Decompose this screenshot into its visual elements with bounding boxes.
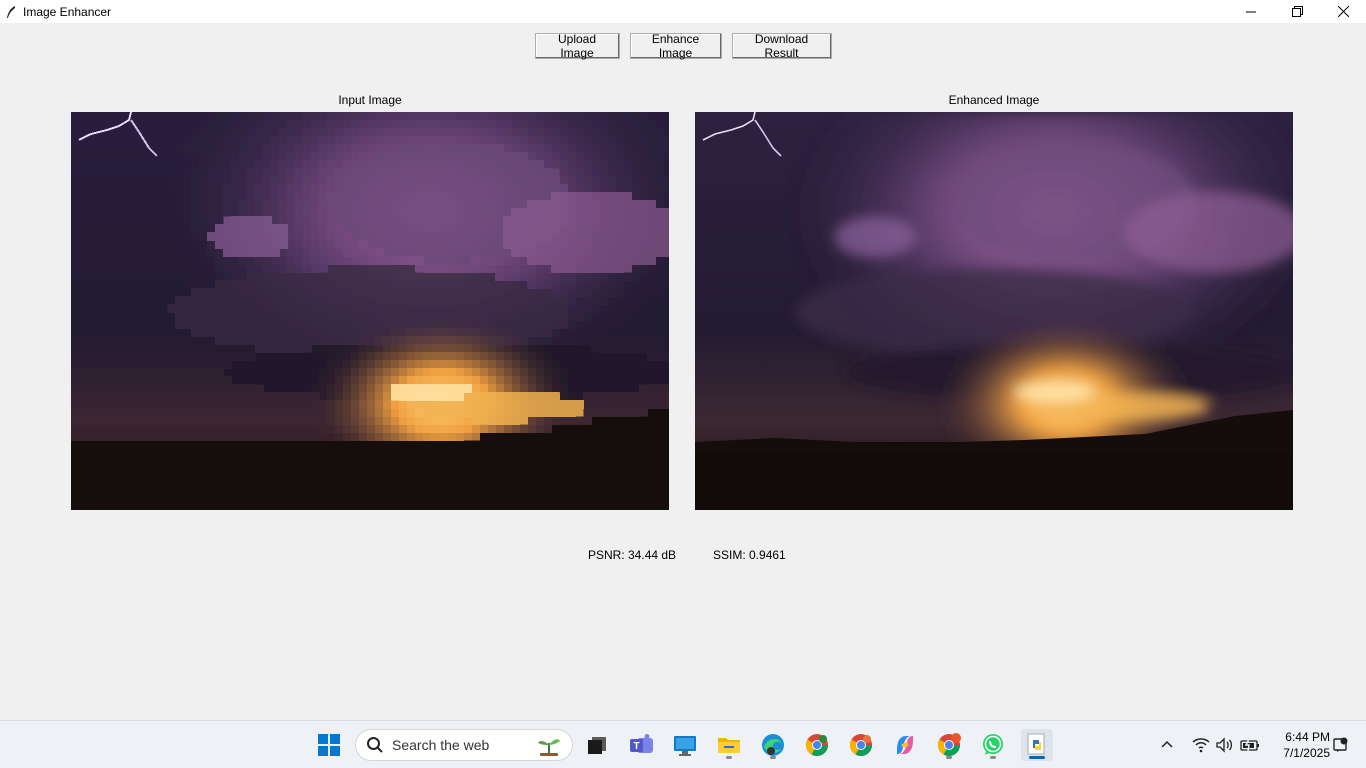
restore-icon [1291,6,1303,17]
wifi-icon[interactable] [1192,737,1210,753]
close-icon [1337,6,1349,17]
task-view-icon[interactable] [581,729,613,761]
python-icon[interactable] [1021,729,1053,761]
file-explorer-icon[interactable] [713,729,745,761]
chrome-icon[interactable] [845,729,877,761]
plant-icon [538,739,560,756]
ssim-value: SSIM: 0.9461 [713,548,786,562]
volume-icon[interactable] [1216,737,1234,753]
svg-text:T: T [633,741,639,752]
chrome-icon[interactable] [801,729,833,761]
toolbar: Upload Image Enhance Image Download Resu… [0,32,1366,60]
taskbar-clock[interactable]: 6:44 PM 7/1/2025 [1268,729,1330,761]
copilot-icon[interactable] [889,729,921,761]
psnr-value: PSNR: 34.44 dB [588,548,677,562]
clock-date: 7/1/2025 [1283,746,1330,760]
feather-icon [4,5,18,19]
edge-icon[interactable] [757,729,789,761]
remote-desktop-icon[interactable] [669,729,701,761]
close-button[interactable] [1320,0,1366,23]
chrome-icon[interactable] [933,729,965,761]
window-controls [1228,0,1366,23]
input-image [71,112,669,510]
minimize-icon [1246,11,1256,12]
minimize-button[interactable] [1228,0,1274,23]
title-bar: Image Enhancer [0,0,1366,23]
teams-icon[interactable]: T [625,729,657,761]
input-image-label: Input Image [338,93,402,107]
restore-button[interactable] [1274,0,1320,23]
taskbar: Search the web T 6:44 PM 7/1/2025 [0,720,1366,768]
system-tray [1160,721,1260,768]
enhanced-image-label: Enhanced Image [948,93,1040,107]
download-result-button[interactable]: Download Result [731,32,832,60]
window-title: Image Enhancer [23,4,112,19]
whatsapp-icon[interactable] [977,729,1009,761]
enhanced-image [695,112,1293,510]
windows-start-icon[interactable] [313,729,345,761]
notification-icon[interactable] [1330,729,1350,761]
taskbar-search[interactable]: Search the web [355,729,573,761]
enhance-image-button[interactable]: Enhance Image [629,32,722,60]
search-icon [367,737,383,753]
upload-image-button[interactable]: Upload Image [534,32,620,60]
battery-icon[interactable] [1240,738,1260,752]
clock-time: 6:44 PM [1285,730,1330,744]
chevron-up-icon[interactable] [1160,738,1174,752]
search-placeholder: Search the web [392,737,490,753]
